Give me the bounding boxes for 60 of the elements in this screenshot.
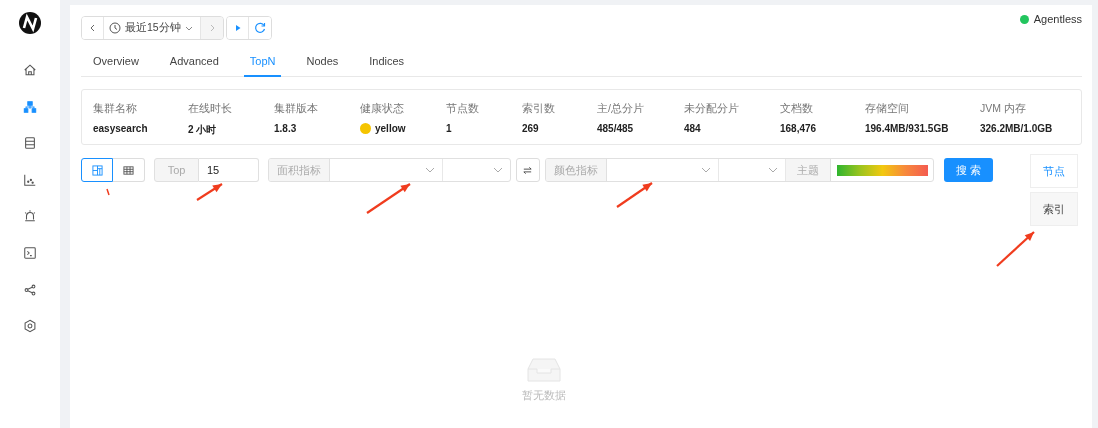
- hierarchy-icon: [23, 99, 37, 114]
- stat-label: 未分配分片: [684, 102, 740, 116]
- stat-label: 健康状态: [360, 102, 405, 116]
- home-icon: [23, 63, 37, 77]
- treemap-view-button[interactable]: [81, 158, 113, 182]
- stat-label: 文档数: [780, 102, 814, 116]
- stat-value: 2 小时: [188, 123, 217, 137]
- stat-value: 196.4MB/931.5GB: [865, 123, 949, 134]
- side-tab[interactable]: 索引: [1030, 192, 1078, 226]
- stat-value: 326.2MB/1.0GB: [980, 123, 1053, 134]
- table-view-button[interactable]: [113, 158, 145, 182]
- annotation-arrow: [996, 231, 1035, 267]
- stat-label: 存储空间: [865, 102, 910, 116]
- stat-value: 1.8.3: [274, 123, 297, 134]
- database-icon: [23, 136, 37, 151]
- stat-label: 主/总分片: [597, 102, 645, 116]
- stat-value: 485/485: [597, 123, 634, 134]
- stat-label: 索引数: [522, 102, 556, 116]
- empty-state-text: 暂无数据: [522, 389, 566, 403]
- stat-label: 集群名称: [93, 102, 138, 116]
- annotation-arrow: [366, 183, 411, 214]
- tab[interactable]: Overview: [93, 50, 139, 77]
- refresh-icon: [254, 22, 266, 34]
- alarm-icon: [23, 209, 37, 224]
- status-dot: [1019, 14, 1029, 24]
- play-icon: [233, 24, 242, 32]
- tab[interactable]: Indices: [369, 50, 405, 77]
- swap-icon: [522, 164, 534, 176]
- logo-icon: [18, 11, 42, 35]
- stat-label: 节点数: [446, 102, 480, 116]
- empty-inbox-icon: [527, 357, 561, 383]
- scatter-chart-icon: [23, 172, 37, 187]
- tab[interactable]: Nodes: [306, 50, 339, 77]
- table-icon: [123, 164, 134, 176]
- settings-icon: [23, 319, 37, 334]
- stat-value: yellow: [375, 123, 406, 134]
- top-label: Top: [154, 158, 199, 182]
- stat-value: 1: [446, 123, 452, 134]
- terminal-icon: [23, 245, 37, 260]
- chevron-left-icon: [88, 24, 97, 32]
- stat-value: easysearch: [93, 123, 148, 134]
- treemap-icon: [91, 164, 103, 176]
- annotation-arrow: [196, 183, 223, 201]
- stat-label: JVM 内存: [980, 102, 1027, 116]
- status-label: Agentless: [1033, 13, 1082, 25]
- annotation-arrow: [616, 182, 653, 208]
- share-icon: [23, 282, 37, 297]
- tab[interactable]: Advanced: [169, 50, 219, 77]
- top-count-input[interactable]: 15: [199, 158, 259, 182]
- stat-value: 484: [684, 123, 701, 134]
- clock-icon: [109, 22, 121, 34]
- stat-label: 集群版本: [274, 102, 319, 116]
- chevron-right-icon: [208, 24, 216, 32]
- stat-label: 在线时长: [188, 102, 233, 116]
- stat-value: 168,476: [780, 123, 817, 134]
- annotation-mark: [106, 188, 110, 196]
- swap-button[interactable]: [515, 158, 540, 182]
- caret-down-icon: [184, 24, 193, 32]
- play-button[interactable]: [227, 17, 249, 39]
- stat-value: 269: [522, 123, 539, 134]
